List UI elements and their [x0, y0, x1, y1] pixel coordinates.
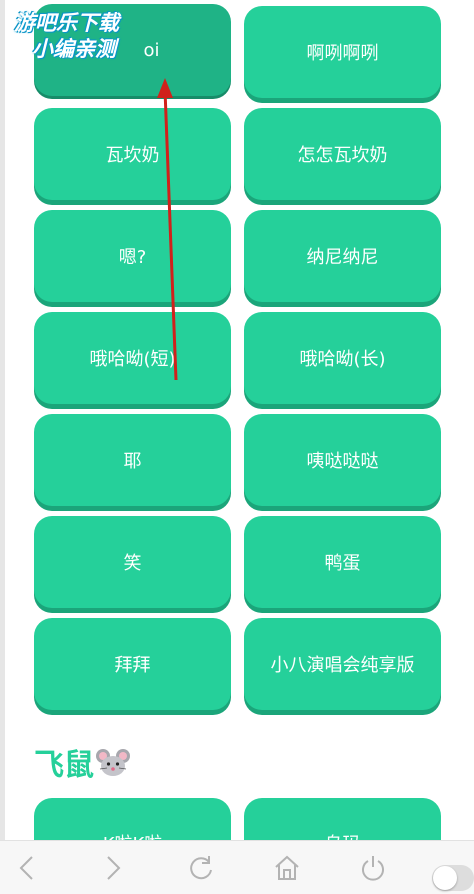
- sound-button-baibai[interactable]: 拜拜: [34, 618, 231, 710]
- mouse-face-icon: [96, 747, 130, 777]
- sound-button-concert[interactable]: 小八演唱会纯享版: [244, 618, 441, 710]
- button-label: 哦哈呦(短): [89, 349, 176, 370]
- left-edge-divider: [0, 0, 5, 840]
- browser-bottom-bar: [0, 840, 474, 894]
- sound-button-alie[interactable]: 啊咧啊咧: [244, 6, 441, 98]
- back-icon[interactable]: [12, 853, 42, 883]
- sound-button-wakannai[interactable]: 瓦坎奶: [34, 108, 231, 200]
- sound-button-yadan[interactable]: 鸭蛋: [244, 516, 441, 608]
- sound-button-ye[interactable]: 耶: [34, 414, 231, 506]
- button-label: 啊咧啊咧: [306, 43, 379, 64]
- button-label: 拜拜: [114, 655, 151, 676]
- button-label: 鸭蛋: [324, 553, 361, 574]
- sound-button-xiao[interactable]: 笑: [34, 516, 231, 608]
- button-label: 咦哒哒哒: [306, 451, 379, 472]
- section-title-text: 飞鼠: [34, 748, 94, 783]
- sound-button-oi[interactable]: oi: [34, 4, 231, 96]
- sound-button-yidada[interactable]: 咦哒哒哒: [244, 414, 441, 506]
- toggle-switch[interactable]: [432, 865, 474, 891]
- refresh-icon[interactable]: [186, 853, 216, 883]
- button-label: 嗯?: [118, 247, 147, 268]
- toggle-knob: [433, 866, 457, 890]
- power-icon[interactable]: [358, 853, 388, 883]
- page: oi 啊咧啊咧 瓦坎奶 怎怎瓦坎奶 嗯? 纳尼纳尼 哦哈呦(短) 哦哈呦(长) …: [0, 0, 474, 894]
- forward-icon[interactable]: [98, 853, 128, 883]
- button-label: 笑: [123, 553, 142, 574]
- button-label: 哦哈呦(长): [299, 349, 386, 370]
- home-icon[interactable]: [272, 853, 302, 883]
- button-label: 瓦坎奶: [105, 145, 160, 166]
- section-title: 飞鼠: [34, 740, 130, 784]
- sound-button-zenzen[interactable]: 怎怎瓦坎奶: [244, 108, 441, 200]
- button-label: 耶: [123, 451, 142, 472]
- sound-button-ohayo-short[interactable]: 哦哈呦(短): [34, 312, 231, 404]
- sound-button-en[interactable]: 嗯?: [34, 210, 231, 302]
- button-label: 怎怎瓦坎奶: [297, 145, 388, 166]
- button-label: 小八演唱会纯享版: [270, 655, 415, 676]
- button-label: 纳尼纳尼: [306, 247, 379, 268]
- sound-button-nani[interactable]: 纳尼纳尼: [244, 210, 441, 302]
- button-label: oi: [143, 39, 160, 61]
- sound-button-ohayo-long[interactable]: 哦哈呦(长): [244, 312, 441, 404]
